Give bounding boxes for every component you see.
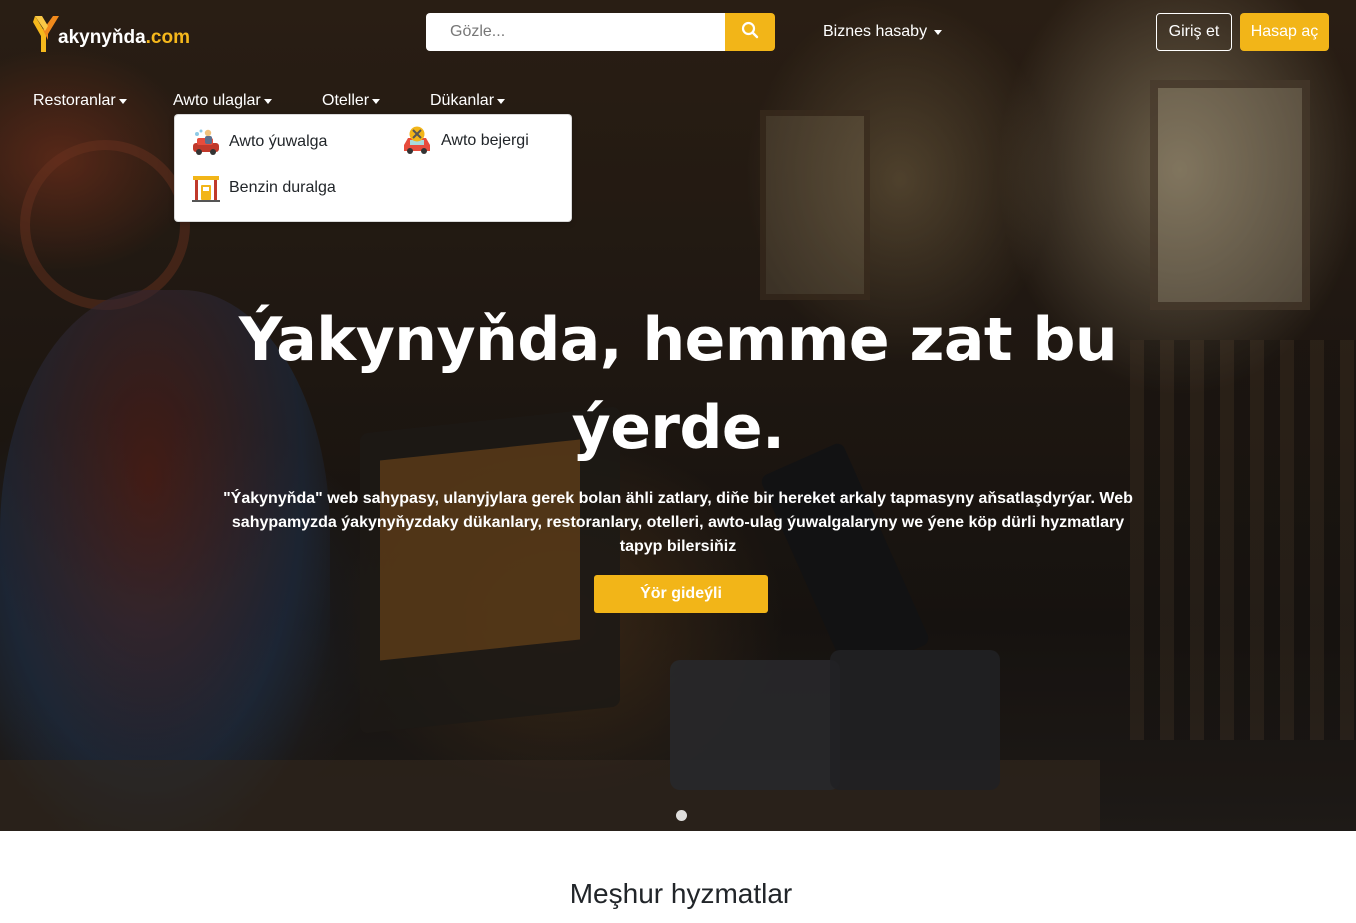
chevron-down-icon xyxy=(372,98,381,104)
dropdown-item-car-wash[interactable]: Awto ýuwalga xyxy=(191,127,327,157)
logo-name: akynyňda xyxy=(58,27,146,48)
dropdown-item-label: Awto bejergi xyxy=(441,132,529,149)
carousel-indicator[interactable] xyxy=(676,810,687,821)
search-icon xyxy=(741,21,759,44)
chevron-down-icon xyxy=(497,98,506,104)
chevron-down-icon xyxy=(263,98,272,104)
nav-item-vehicles[interactable]: Awto ulaglar xyxy=(173,92,272,110)
business-account-dropdown[interactable]: Biznes hasaby xyxy=(823,23,943,41)
search-button[interactable] xyxy=(725,13,775,51)
gas-station-icon xyxy=(191,173,221,203)
chevron-down-icon xyxy=(118,98,127,104)
car-repair-icon xyxy=(401,125,433,157)
business-account-label: Biznes hasaby xyxy=(823,23,928,40)
hero-cta-button[interactable]: Ýör gideýli xyxy=(594,575,768,613)
logo-mark-icon xyxy=(33,14,59,52)
logo-text: akynyňda.com xyxy=(58,27,190,49)
dropdown-item-label: Benzin duralga xyxy=(229,179,336,196)
car-wash-icon xyxy=(191,127,221,157)
chevron-down-icon xyxy=(934,29,943,35)
site-logo[interactable]: akynyňda.com xyxy=(33,12,190,52)
nav-item-label: Dükanlar xyxy=(430,92,495,109)
popular-services-title: Meşhur hyzmatlar xyxy=(569,878,793,909)
search-bar xyxy=(426,13,775,51)
vehicles-dropdown-menu: Awto ýuwalga Awto bejergi Benzin duralga xyxy=(174,114,572,222)
dropdown-item-label: Awto ýuwalga xyxy=(229,133,328,150)
nav-item-hotels[interactable]: Oteller xyxy=(322,92,381,110)
login-button[interactable]: Giriş et xyxy=(1156,13,1232,51)
nav-item-shops[interactable]: Dükanlar xyxy=(430,92,506,110)
signup-button[interactable]: Hasap aç xyxy=(1240,13,1329,51)
nav-item-label: Awto ulaglar xyxy=(173,92,261,109)
nav-item-label: Oteller xyxy=(322,92,370,109)
dropdown-item-car-repair[interactable]: Awto bejergi xyxy=(401,125,529,157)
search-input[interactable] xyxy=(426,13,725,51)
nav-item-label: Restoranlar xyxy=(33,92,116,109)
hero-title: Ýakynyňda, hemme zat bu ýerde. xyxy=(238,305,1118,463)
dropdown-item-gas-station[interactable]: Benzin duralga xyxy=(191,173,336,203)
nav-item-restaurants[interactable]: Restoranlar xyxy=(33,92,127,110)
logo-domain: .com xyxy=(145,27,191,48)
hero-description: "Ýakynyňda" web sahypasy, ulanyjylara ge… xyxy=(223,490,1133,555)
